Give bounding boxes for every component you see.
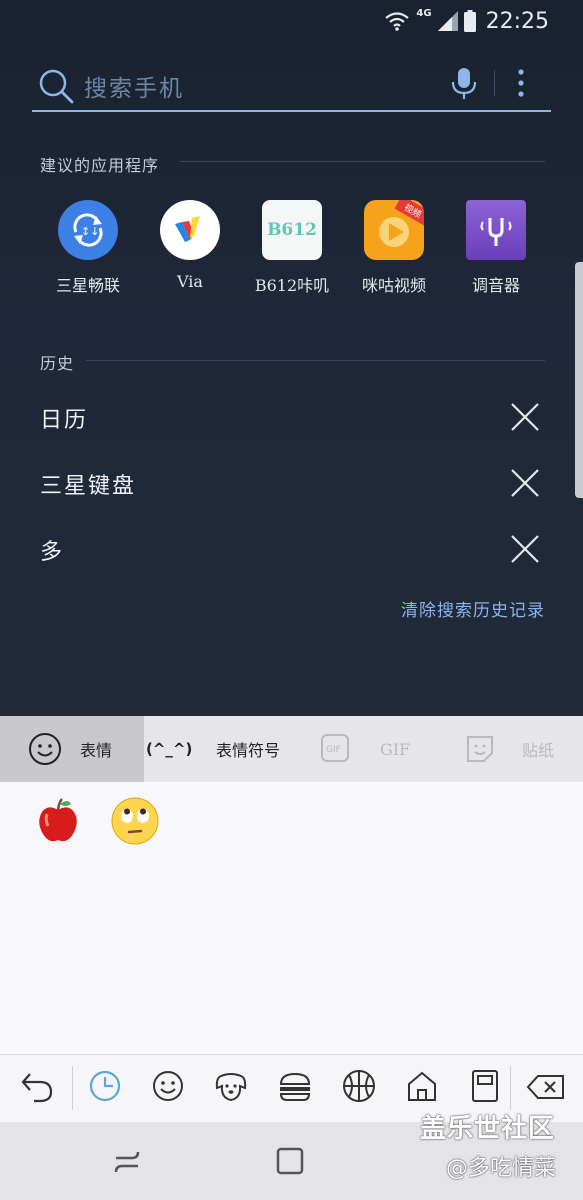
tab-emoji[interactable]: 表情 <box>0 716 144 782</box>
delete-history-icon[interactable] <box>510 468 540 498</box>
tab-stickers[interactable]: 贴纸 <box>464 716 554 782</box>
battery-icon <box>463 10 476 32</box>
watermark-site: 盖乐世社区 <box>420 1114 556 1144</box>
wifi-icon <box>385 12 410 31</box>
tab-kaomoji[interactable]: (^_^) <box>146 716 192 782</box>
history-item[interactable]: 三星键盘 <box>40 468 136 500</box>
undo-icon[interactable] <box>20 1068 54 1104</box>
burger-icon[interactable] <box>277 1068 313 1104</box>
recent-apps-icon[interactable] <box>112 1146 144 1178</box>
emoji-grid <box>0 782 583 1054</box>
tab-stickers-label: 贴纸 <box>522 741 555 760</box>
clear-history-link[interactable]: 清除搜索历史记录 <box>401 596 545 621</box>
svg-text:GIF: GIF <box>326 745 341 755</box>
edge-panel-handle[interactable] <box>575 262 583 498</box>
app-label: 调音器 <box>471 276 520 295</box>
backspace-icon[interactable] <box>526 1074 566 1100</box>
app-via[interactable]: Via <box>140 200 240 291</box>
keyboard-tab-bar: 表情 (^_^) 表情符号 GIF GIF 贴纸 <box>0 716 583 782</box>
search-bar[interactable]: 搜索手机 <box>32 58 551 112</box>
gif-icon: GIF <box>321 734 349 762</box>
signal-icon <box>437 11 458 31</box>
more-options-icon[interactable] <box>516 68 526 98</box>
section-divider <box>86 360 545 361</box>
history-item[interactable]: 多 <box>40 534 64 566</box>
search-icon <box>39 69 74 104</box>
b612-icon: B612 <box>262 200 322 260</box>
via-browser-icon <box>160 200 220 260</box>
smiley-icon[interactable] <box>151 1068 185 1104</box>
search-divider <box>494 70 495 96</box>
app-migu-video[interactable]: 视频 咪咕视频 <box>344 200 444 296</box>
history-header: 历史 <box>40 354 75 373</box>
house-icon[interactable] <box>405 1068 439 1104</box>
delete-history-icon[interactable] <box>510 534 540 564</box>
tab-emoji-label: 表情 <box>80 741 113 760</box>
svg-text:↕↓: ↕↓ <box>81 225 99 238</box>
watermark-user: @多吃情菜 <box>446 1156 557 1181</box>
status-bar: 4G 22:25 <box>384 8 549 34</box>
dog-icon[interactable] <box>213 1068 249 1104</box>
app-tuner[interactable]: 调音器 <box>446 200 546 296</box>
suggested-apps-header: 建议的应用程序 <box>40 156 160 175</box>
tuner-fork-icon <box>466 200 526 260</box>
app-label: 咪咕视频 <box>361 276 426 295</box>
tab-gif[interactable]: GIF GIF <box>320 716 410 782</box>
face-with-rolling-eyes-emoji[interactable] <box>110 796 160 846</box>
sticker-icon <box>467 736 493 762</box>
delete-history-icon[interactable] <box>510 402 540 432</box>
red-apple-emoji[interactable] <box>33 796 83 846</box>
history-item[interactable]: 日历 <box>40 402 88 434</box>
basketball-icon[interactable] <box>341 1068 377 1104</box>
samsung-connect-icon: ↕↓ <box>58 200 118 260</box>
book-icon[interactable] <box>468 1068 502 1104</box>
smiley-icon <box>29 733 61 765</box>
migu-video-icon: 视频 <box>364 200 424 260</box>
microphone-icon[interactable] <box>450 67 478 101</box>
section-divider <box>180 161 545 162</box>
tab-emoticons[interactable]: 表情符号 <box>216 716 280 782</box>
home-button-icon[interactable] <box>275 1146 307 1178</box>
category-divider <box>510 1066 511 1110</box>
app-label: 三星畅联 <box>55 276 120 295</box>
tab-kaomoji-label: (^_^) <box>146 740 193 758</box>
tab-emoticons-label: 表情符号 <box>216 741 281 760</box>
app-samsung-connect[interactable]: ↕↓ 三星畅联 <box>38 200 138 296</box>
app-b612[interactable]: B612 B612咔叽 <box>242 200 342 296</box>
search-input[interactable]: 搜索手机 <box>84 69 184 103</box>
app-label: Via <box>177 272 203 291</box>
clock-time: 22:25 <box>485 8 549 34</box>
app-label: B612咔叽 <box>254 276 330 295</box>
network-type: 4G <box>416 7 432 19</box>
tab-gif-label: GIF <box>380 739 411 759</box>
clock-icon[interactable] <box>88 1068 122 1104</box>
category-divider <box>72 1066 73 1110</box>
b612-icon-text: B612 <box>267 220 317 240</box>
